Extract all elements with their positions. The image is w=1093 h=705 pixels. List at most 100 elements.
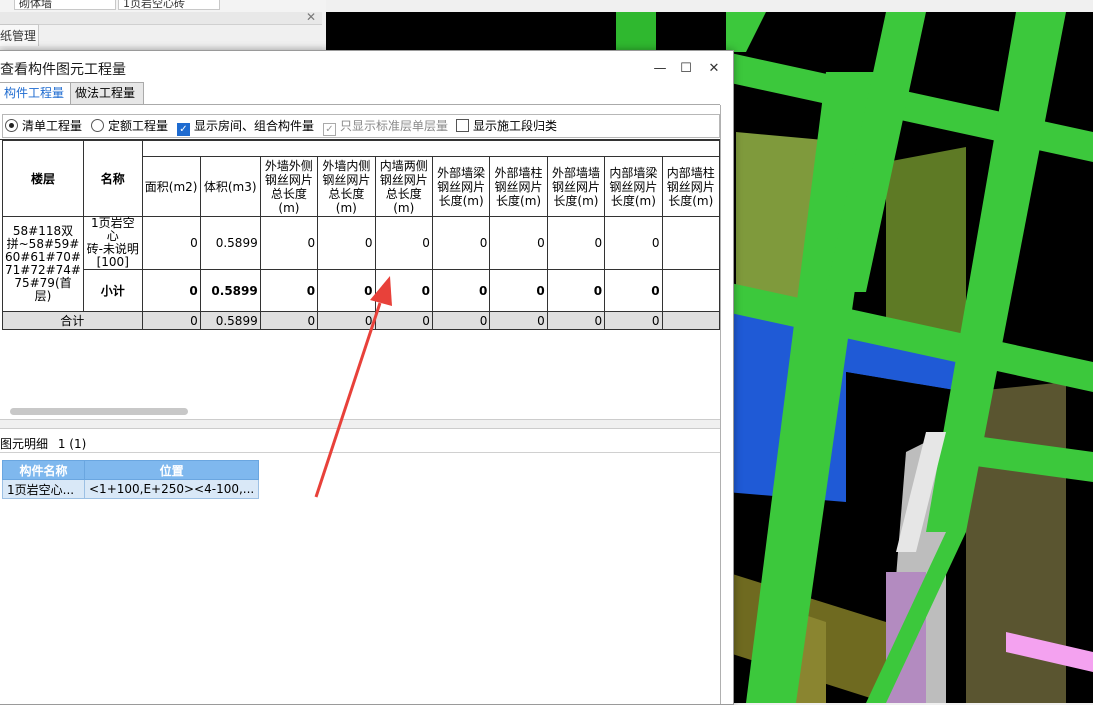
value-cell-empty[interactable] (661, 216, 720, 270)
value-cell[interactable]: 0 (604, 269, 663, 312)
component-field[interactable]: 1页岩空心砖 (118, 0, 220, 10)
tab-component-quantity[interactable]: 构件工程量 (0, 82, 73, 104)
value-cell[interactable]: 0 (546, 269, 606, 312)
value-cell[interactable]: 0 (431, 311, 491, 330)
value-cell[interactable]: 0 (431, 269, 491, 312)
radio-unselected-icon (91, 119, 104, 132)
header-int-column-mesh[interactable]: 内部墙柱钢丝网片长度(m) (661, 156, 720, 217)
component-name-cell[interactable]: 1页岩空心 砖-未说明 [100] (82, 216, 143, 270)
quantity-table-area: 楼层 名称 面积(m2) 体积(m3) 外墙外侧钢丝网片总长度(m) 外墙内侧钢… (0, 139, 720, 330)
quantity-table: 楼层 名称 面积(m2) 体积(m3) 外墙外侧钢丝网片总长度(m) 外墙内侧钢… (2, 140, 720, 330)
checkbox-checked-icon: ✓ (177, 123, 190, 136)
total-volume[interactable]: 0.5899 (199, 311, 261, 330)
table-row[interactable]: 1页岩空心... <1+100,E+250><4-100,... (2, 479, 260, 499)
radio-list-label: 清单工程量 (22, 119, 83, 133)
total-area[interactable]: 0 (141, 311, 201, 330)
side-panel-close-icon[interactable]: ✕ (306, 10, 316, 24)
value-cell[interactable]: 0 (489, 269, 548, 312)
value-cell-empty[interactable] (661, 269, 720, 312)
value-cell[interactable]: 0 (259, 216, 319, 270)
table-row-total[interactable]: 合计 0 0.5899 0 0 0 0 0 0 0 (2, 311, 720, 330)
volume-cell[interactable]: 0.5899 (199, 216, 261, 270)
value-cell[interactable]: 0 (489, 216, 548, 270)
check-show-room[interactable]: ✓ 显示房间、组合构件量 (177, 118, 315, 136)
detail-header: 图元明细 1 (1) (0, 435, 86, 452)
value-cell[interactable]: 0 (374, 311, 433, 330)
table-header-spacer: 楼层 名称 (2, 140, 720, 217)
radio-list-quantity[interactable]: 清单工程量 (5, 118, 82, 134)
panel-splitter[interactable] (0, 419, 720, 429)
check-show-room-label: 显示房间、组合构件量 (194, 119, 315, 133)
name-text-line: [100] (96, 255, 129, 269)
checkbox-unchecked-icon (456, 119, 469, 132)
header-floor[interactable]: 楼层 (2, 140, 84, 217)
radio-selected-icon (5, 119, 18, 132)
options-bar: 清单工程量 定额工程量 ✓ 显示房间、组合构件量 ✓ 只显示标准层单层量 显示施工段… (2, 114, 720, 138)
value-cell[interactable]: 0 (431, 216, 491, 270)
check-construction-section[interactable]: 显示施工段归类 (456, 118, 557, 134)
header-volume[interactable]: 体积(m3) (199, 156, 261, 217)
checkbox-disabled-icon: ✓ (323, 123, 336, 136)
drawing-manage-tab[interactable]: 纸管理 (0, 24, 39, 48)
detail-header-name[interactable]: 构件名称 (2, 460, 85, 480)
green-beam (726, 12, 766, 52)
value-cell[interactable]: 0 (489, 311, 548, 330)
value-cell[interactable]: 0 (317, 216, 376, 270)
wall-type-field[interactable]: 砌体墙 (14, 0, 116, 10)
area-cell[interactable]: 0 (141, 216, 201, 270)
value-cell[interactable]: 0 (259, 311, 319, 330)
detail-header-position[interactable]: 位置 (83, 460, 260, 480)
total-label: 合计 (2, 311, 143, 330)
detail-component-name[interactable]: 1页岩空心... (2, 479, 85, 499)
check-construction-label: 显示施工段归类 (473, 119, 558, 133)
minimize-icon[interactable]: — (650, 59, 670, 79)
dialog-title: 查看构件图元工程量 (0, 62, 126, 78)
radio-quota-label: 定额工程量 (108, 119, 169, 133)
value-cell[interactable]: 0 (317, 269, 376, 312)
header-ext-wall-outer-mesh[interactable]: 外墙外侧钢丝网片总长度(m) (259, 156, 319, 217)
side-panel-header (0, 12, 322, 25)
horizontal-scrollbar[interactable] (10, 408, 188, 415)
subtotal-volume[interactable]: 0.5899 (199, 269, 261, 312)
check-standard-floor[interactable]: ✓ 只显示标准层单层量 (323, 118, 449, 136)
close-icon[interactable]: ✕ (704, 59, 724, 79)
dialog-inner-edge (720, 105, 721, 704)
check-standard-floor-label: 只显示标准层单层量 (340, 119, 449, 133)
detail-position[interactable]: <1+100,E+250><4-100,... (83, 479, 260, 499)
tab-method-quantity[interactable]: 做法工程量 (70, 82, 144, 105)
table-row-subtotal[interactable]: 小计 0 0.5899 0 0 0 0 0 0 0 (3, 269, 720, 312)
header-area[interactable]: 面积(m2) (141, 156, 201, 217)
detail-title: 图元明细 (0, 437, 49, 451)
header-group (141, 140, 720, 157)
header-ext-beam-mesh[interactable]: 外部墙梁钢丝网片长度(m) (431, 156, 491, 217)
value-cell[interactable]: 0 (374, 269, 433, 312)
detail-header-row: 构件名称 位置 (2, 460, 260, 480)
detail-count: 1 (1) (57, 437, 87, 451)
table-row[interactable]: 58#118双 拼~58#59# 60#61#70# 71#72#74# 75#… (2, 216, 720, 312)
floor-cell[interactable]: 58#118双 拼~58#59# 60#61#70# 71#72#74# 75#… (2, 216, 84, 312)
name-text-line: 1页岩空心 (90, 216, 135, 243)
value-cell[interactable]: 0 (546, 311, 606, 330)
header-int-wall-both-mesh[interactable]: 内墙两侧钢丝网片总长度(m) (374, 156, 433, 217)
header-int-beam-mesh[interactable]: 内部墙梁钢丝网片长度(m) (604, 156, 663, 217)
subtotal-area[interactable]: 0 (141, 269, 201, 312)
detail-divider (0, 452, 720, 453)
maximize-icon[interactable]: ☐ (676, 59, 696, 79)
value-cell[interactable]: 0 (317, 311, 376, 330)
header-ext-wall-inner-mesh[interactable]: 外墙内侧钢丝网片总长度(m) (317, 156, 376, 217)
green-beam (616, 12, 656, 52)
floor-text-line: 层) (34, 289, 52, 303)
header-ext-column-mesh[interactable]: 外部墙柱钢丝网片长度(m) (489, 156, 548, 217)
value-cell-empty[interactable] (661, 311, 720, 330)
quantity-dialog: 查看构件图元工程量 — ☐ ✕ 构件工程量 做法工程量 清单工程量 定额工程量 … (0, 50, 734, 705)
radio-quota-quantity[interactable]: 定额工程量 (91, 118, 168, 134)
value-cell[interactable]: 0 (604, 311, 663, 330)
tab-divider (0, 104, 720, 105)
value-cell[interactable]: 0 (374, 216, 433, 270)
value-cell[interactable]: 0 (546, 216, 606, 270)
header-ext-wall-wall-mesh[interactable]: 外部墙墙钢丝网片长度(m) (546, 156, 606, 217)
header-name[interactable]: 名称 (82, 140, 143, 217)
value-cell[interactable]: 0 (259, 269, 319, 312)
value-cell[interactable]: 0 (604, 216, 663, 270)
subtotal-label: 小计 (82, 269, 143, 312)
